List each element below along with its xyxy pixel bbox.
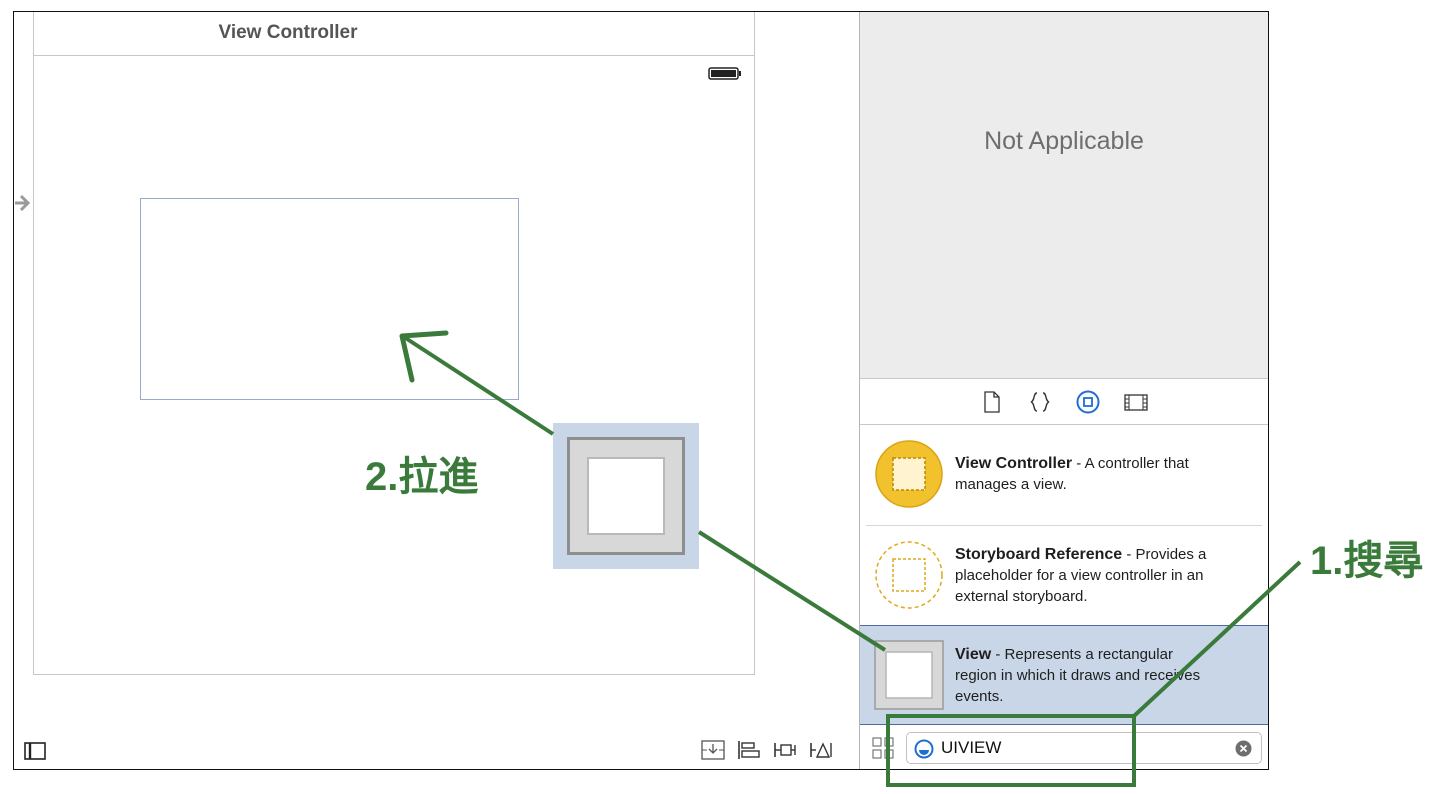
- annotation-step2: 2.拉進: [365, 455, 479, 499]
- search-highlight-box: [886, 714, 1136, 787]
- step1-pointer-line: [1132, 560, 1302, 718]
- drag-path-line-upper: [402, 335, 555, 436]
- annotation-step1: 1.搜尋: [1310, 539, 1424, 583]
- drag-path-line-lower: [697, 530, 887, 652]
- annotation-overlay: [399, 330, 1302, 787]
